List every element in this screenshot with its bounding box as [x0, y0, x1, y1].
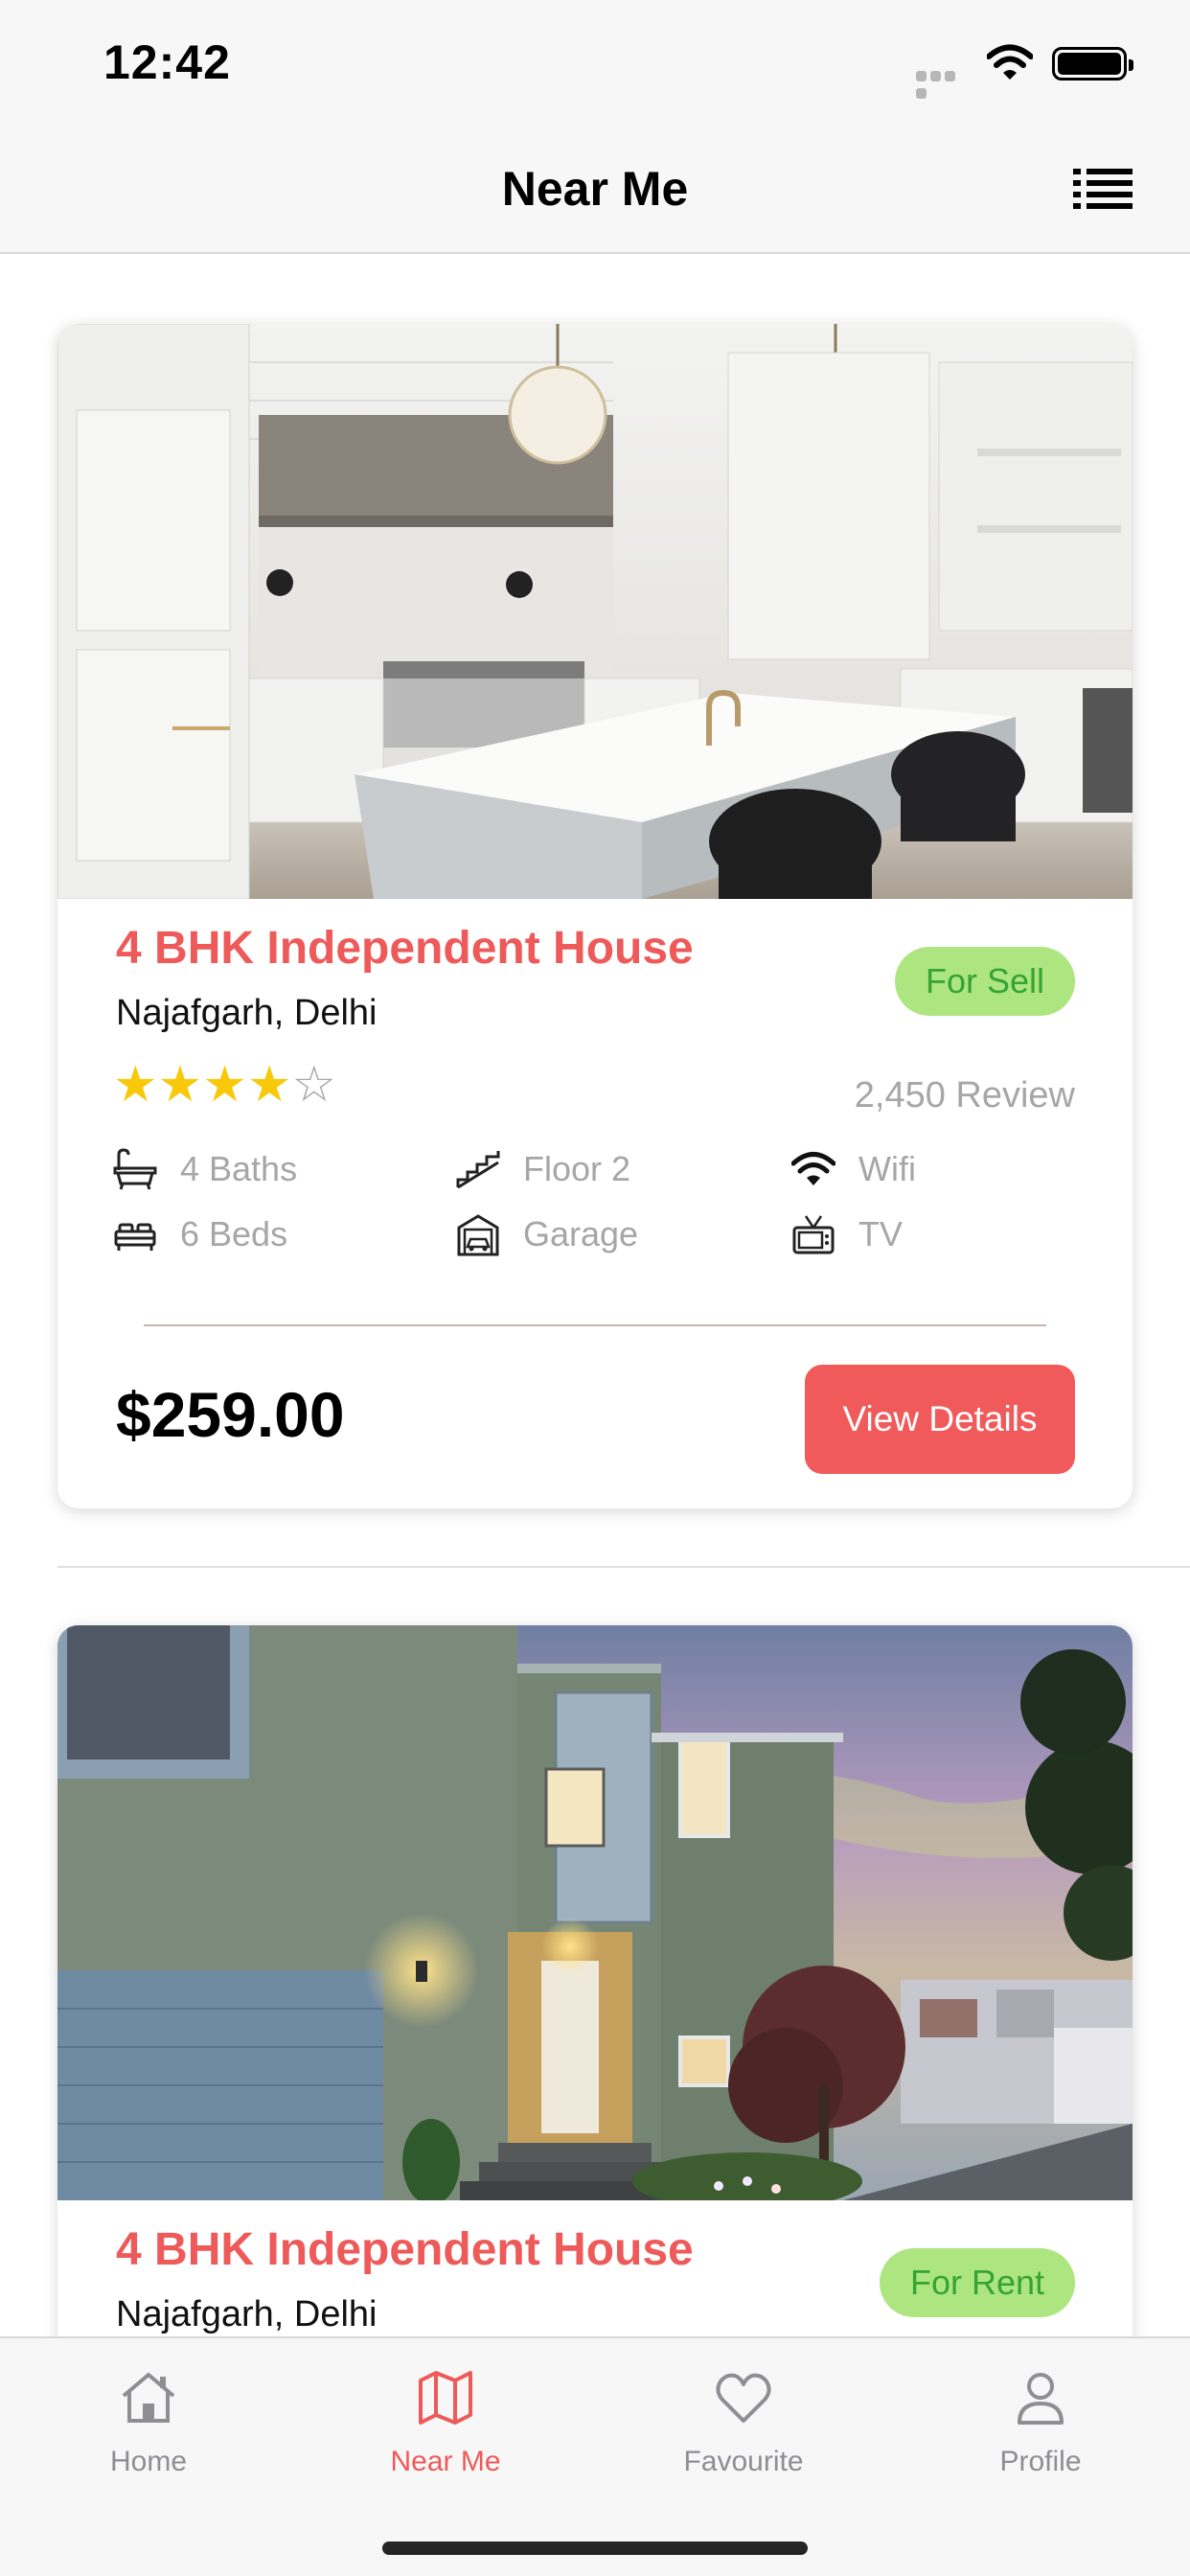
page-title: Near Me	[501, 162, 689, 216]
status-bar: 12:42	[0, 0, 1190, 126]
amenity-floor: Floor 2	[456, 1142, 630, 1196]
tab-label: Near Me	[390, 2446, 501, 2477]
kitchen-photo	[57, 324, 1133, 899]
battery-icon	[1052, 47, 1133, 80]
cellular-signal-icon	[916, 69, 972, 99]
home-indicator[interactable]	[382, 2542, 808, 2555]
listing-price: $259.00	[116, 1379, 345, 1450]
tab-profile[interactable]: Profile	[921, 2367, 1160, 2478]
star-filled-icon: ★	[113, 1057, 158, 1113]
heart-icon	[716, 2373, 771, 2423]
tab-label: Favourite	[683, 2446, 804, 2477]
listing-status-badge: For Rent	[879, 2248, 1075, 2317]
amenity-label: Wifi	[858, 1149, 916, 1188]
list-icon[interactable]	[1073, 165, 1133, 213]
map-icon	[419, 2371, 472, 2425]
star-filled-icon: ★	[157, 1057, 203, 1113]
status-time: 12:42	[103, 35, 231, 89]
star-empty-icon: ☆	[291, 1057, 337, 1113]
amenity-label: TV	[858, 1214, 904, 1254]
tab-favourite[interactable]: Favourite	[624, 2367, 863, 2478]
listing-card[interactable]: 4 BHK Independent House Najafgarh, Delhi…	[57, 324, 1133, 1508]
tab-home[interactable]: Home	[29, 2367, 268, 2478]
person-icon	[1018, 2373, 1064, 2425]
tab-bar: Home Near Me Favourite Profile	[0, 2336, 1190, 2576]
wifi-icon	[791, 1152, 835, 1185]
listing-photo-kitchen[interactable]	[57, 324, 1133, 899]
listing-location: Najafgarh, Delhi	[116, 993, 378, 1033]
bathtub-icon	[113, 1148, 157, 1190]
view-details-button[interactable]: View Details	[805, 1365, 1075, 1474]
amenity-beds: 6 Beds	[113, 1208, 287, 1261]
list-separator	[57, 1566, 1190, 1568]
bed-icon	[114, 1223, 156, 1251]
amenity-garage: Garage	[456, 1208, 638, 1261]
stairs-icon	[456, 1151, 500, 1189]
home-icon	[122, 2373, 175, 2423]
rating-stars: ★★★★☆	[113, 1060, 336, 1110]
amenity-label: Floor 2	[523, 1149, 631, 1188]
star-filled-icon: ★	[202, 1057, 247, 1113]
amenity-label: Garage	[523, 1214, 639, 1254]
card-divider	[144, 1324, 1046, 1326]
listing-title[interactable]: 4 BHK Independent House	[116, 922, 694, 975]
listing-status-badge: For Sell	[894, 947, 1075, 1016]
listing-photo-exterior[interactable]	[57, 1625, 1133, 2200]
tab-near-me[interactable]: Near Me	[326, 2367, 565, 2478]
amenity-baths: 4 Baths	[113, 1142, 297, 1196]
house-exterior-photo	[57, 1625, 1133, 2200]
star-filled-icon: ★	[246, 1057, 292, 1113]
listing-location: Najafgarh, Delhi	[116, 2294, 378, 2334]
tv-icon	[792, 1215, 835, 1254]
tab-label: Profile	[999, 2446, 1082, 2477]
amenity-wifi: Wifi	[791, 1142, 916, 1196]
listing-card[interactable]: 4 BHK Independent House Najafgarh, Delhi…	[57, 1625, 1133, 2392]
listing-title[interactable]: 4 BHK Independent House	[116, 2223, 694, 2276]
amenity-label: 6 Beds	[180, 1214, 288, 1254]
review-count: 2,450 Review	[854, 1075, 1075, 1116]
amenity-label: 4 Baths	[180, 1149, 298, 1188]
wifi-status-icon	[987, 44, 1033, 80]
garage-icon	[457, 1214, 499, 1256]
amenity-tv: TV	[791, 1208, 903, 1261]
nav-bar: Near Me	[0, 126, 1190, 254]
tab-label: Home	[109, 2446, 188, 2477]
